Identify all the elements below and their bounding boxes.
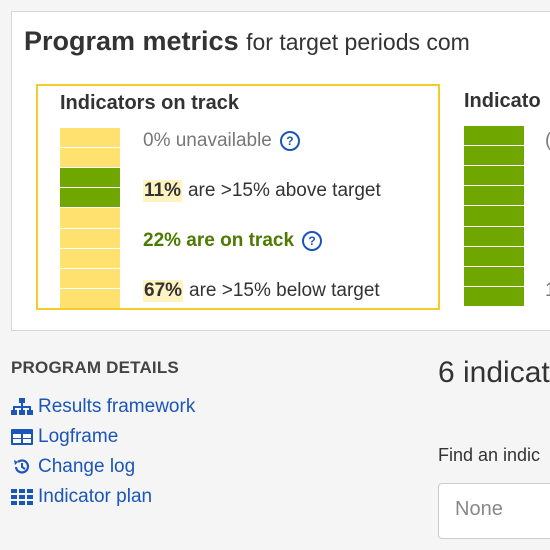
card-title: Indicators on track: [60, 92, 239, 114]
on-track-bar-stack: [60, 128, 120, 308]
link-label: Results framework: [38, 396, 196, 417]
find-indicator-select[interactable]: None: [438, 483, 550, 539]
bar-segment-green: [464, 166, 524, 187]
program-details-heading: PROGRAM DETAILS: [11, 358, 179, 377]
bar-segment-green: [464, 126, 524, 147]
help-icon[interactable]: ?: [302, 231, 323, 251]
bar-segment-green: [60, 168, 120, 189]
sitemap-icon: [11, 398, 33, 415]
table-icon: [11, 429, 33, 445]
bar-segment-yellow: [60, 248, 120, 269]
help-icon[interactable]: ?: [279, 131, 300, 151]
bar-segment-green: [464, 146, 524, 167]
bar-segment-green: [60, 188, 120, 209]
history-icon: [14, 459, 30, 474]
legend-above-target: 11% are >15% above target: [143, 180, 381, 202]
unavailable-text: 0% unavailable: [143, 130, 272, 151]
bar-segment-yellow: [60, 228, 120, 249]
link-label: Change log: [38, 456, 136, 477]
above-pct: 11%: [143, 180, 182, 202]
metrics-title-main: Program metrics: [24, 26, 239, 56]
bar-segment-yellow: [60, 208, 120, 229]
bar-segment-green: [464, 266, 524, 287]
legend-below-target: 67% are >15% below target: [143, 280, 380, 302]
bar-segment-green: [464, 226, 524, 247]
second-card-title: Indicato: [464, 90, 541, 112]
bar-segment-green: [464, 186, 524, 207]
bar-segment-green: [464, 286, 524, 306]
bar-segment-yellow: [60, 288, 120, 308]
indicator-plan-link[interactable]: Indicator plan: [11, 486, 152, 508]
grid-icon: [11, 489, 33, 505]
bar-segment-green: [464, 206, 524, 227]
results-framework-link[interactable]: Results framework: [11, 396, 195, 418]
bar-segment-yellow: [60, 268, 120, 289]
below-pct: 67%: [143, 280, 184, 302]
indicators-on-track-card[interactable]: Indicators on track 0% unavailable ? 11%…: [36, 84, 440, 310]
on-track-text: 22% are on track: [143, 230, 295, 251]
second-card-peek-top: (: [545, 130, 550, 152]
metrics-title: Program metrics for target periods com: [24, 26, 470, 57]
link-label: Indicator plan: [38, 486, 153, 507]
legend-on-track: 22% are on track ?: [143, 230, 323, 252]
bar-segment-green: [464, 246, 524, 267]
second-bar-stack: [464, 126, 524, 306]
link-label: Logframe: [38, 426, 119, 447]
indicator-count-heading: 6 indicat: [438, 356, 550, 389]
below-text: are >15% below target: [189, 280, 380, 301]
metrics-title-subtitle: for target periods com: [246, 29, 470, 55]
second-card-peek-bottom: 1: [545, 280, 550, 302]
logframe-link[interactable]: Logframe: [11, 426, 118, 448]
bar-segment-yellow: [60, 148, 120, 169]
above-text: are >15% above target: [187, 180, 381, 201]
change-log-link[interactable]: Change log: [11, 456, 135, 478]
bar-segment-yellow: [60, 128, 120, 149]
find-indicator-label: Find an indic: [438, 445, 541, 465]
legend-unavailable: 0% unavailable ?: [143, 130, 300, 152]
